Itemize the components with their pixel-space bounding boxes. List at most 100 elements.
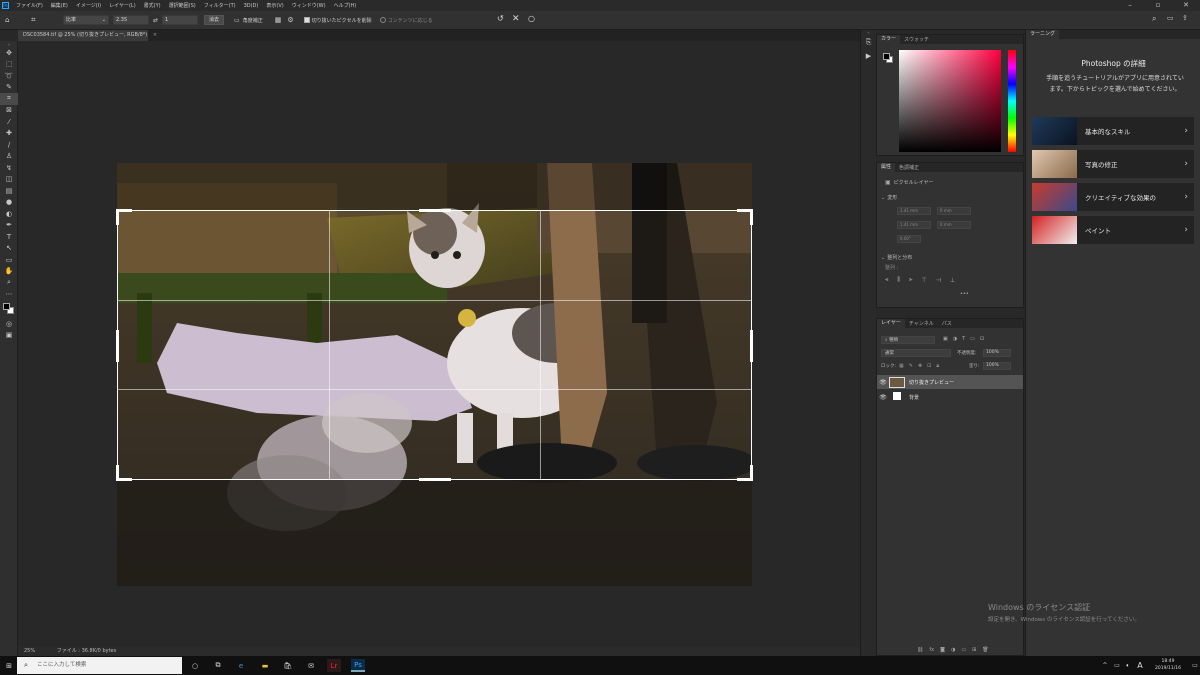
menu-image[interactable]: イメージ(I): [72, 2, 105, 9]
layer-filter-select[interactable]: ⌕ 種類: [881, 336, 935, 344]
learn-card-basic-skills[interactable]: 基本的なスキル ›: [1032, 117, 1194, 145]
opacity-input[interactable]: 100%: [983, 349, 1011, 357]
filter-adjust-icon[interactable]: ◑: [953, 336, 957, 342]
eyedropper-tool-icon[interactable]: ⁄: [0, 116, 18, 128]
filter-shape-icon[interactable]: ▭: [970, 336, 975, 342]
zoom-level[interactable]: 25%: [24, 648, 35, 654]
height-field[interactable]: 1.41 mm: [897, 221, 931, 229]
filter-type-icon[interactable]: T: [962, 336, 965, 342]
file-info[interactable]: ファイル : 36.8K/0 bytes: [57, 648, 117, 654]
commit-icon[interactable]: ○: [528, 14, 535, 23]
tab-color[interactable]: カラー: [877, 35, 901, 44]
more-tools-icon[interactable]: ⋯: [0, 289, 18, 301]
ime-indicator[interactable]: A: [1133, 659, 1147, 672]
quick-mask-icon[interactable]: ◎: [0, 318, 18, 330]
zoom-tool-icon[interactable]: ⌕: [0, 277, 18, 289]
mail-icon[interactable]: ✉: [304, 659, 318, 672]
lock-artboard-icon[interactable]: ⊡: [927, 363, 931, 369]
crop-box[interactable]: [116, 209, 753, 481]
reset-icon[interactable]: ↺: [497, 14, 504, 23]
crop-handle-right[interactable]: [750, 330, 753, 362]
path-select-tool-icon[interactable]: ↖: [0, 243, 18, 255]
delete-pixels-checkbox[interactable]: [303, 17, 310, 23]
cortana-icon[interactable]: ○: [188, 659, 202, 672]
menu-file[interactable]: ファイル(F): [12, 2, 47, 9]
straighten-icon[interactable]: ▭: [234, 17, 240, 24]
align-right-icon[interactable]: ⫸: [909, 276, 912, 284]
content-aware-checkbox[interactable]: [379, 17, 386, 23]
align-top-icon[interactable]: ⊤: [922, 277, 927, 284]
height-input[interactable]: 1: [162, 15, 199, 25]
angle-field[interactable]: 0.00°: [897, 235, 921, 243]
crop-handle-left[interactable]: [116, 330, 119, 362]
windows-start-icon[interactable]: ⊞: [2, 659, 16, 672]
frame-tool-icon[interactable]: ⊠: [0, 105, 18, 117]
chevron-down-icon[interactable]: ⌄: [881, 195, 885, 201]
explorer-icon[interactable]: ▬: [258, 659, 272, 672]
x-field[interactable]: 0 mm: [937, 207, 971, 215]
blur-tool-icon[interactable]: ●: [0, 197, 18, 209]
align-center-icon[interactable]: ⫼: [897, 276, 900, 284]
align-middle-icon[interactable]: ⊣: [936, 277, 941, 284]
menu-filter[interactable]: フィルター(T): [200, 2, 240, 9]
layer-row[interactable]: 👁︎ 切り抜きプレビュー: [877, 375, 1023, 389]
width-field[interactable]: 1.41 mm: [897, 207, 931, 215]
crop-tool-button-icon[interactable]: ⌗: [0, 93, 18, 105]
menu-edit[interactable]: 編集(E): [47, 2, 72, 9]
screen-mode-icon[interactable]: ▣: [0, 330, 18, 342]
lock-move-icon[interactable]: ✥: [918, 363, 922, 369]
marquee-tool-icon[interactable]: ⬚: [0, 59, 18, 71]
taskbar-clock[interactable]: 18:49 2019/11/16: [1148, 658, 1188, 672]
menu-layer[interactable]: レイヤー(L): [105, 2, 140, 9]
eye-icon[interactable]: 👁︎: [877, 394, 889, 401]
filter-smart-icon[interactable]: ⊡: [980, 336, 984, 342]
mask-icon[interactable]: ◙: [940, 647, 945, 653]
learn-card-photo-fix[interactable]: 写真の修正 ›: [1032, 150, 1194, 178]
more-options-icon[interactable]: •••: [960, 291, 969, 297]
lock-transparent-icon[interactable]: ▦: [899, 363, 904, 369]
task-view-icon[interactable]: ⧉: [211, 659, 225, 672]
tab-swatches[interactable]: スウォッチ: [900, 36, 933, 43]
align-left-icon[interactable]: ⫷: [885, 276, 888, 284]
trash-icon[interactable]: 🗑︎: [982, 647, 988, 653]
rectangle-tool-icon[interactable]: ▭: [0, 254, 18, 266]
history-panel-icon[interactable]: ⎘: [861, 38, 876, 52]
menu-type[interactable]: 書式(Y): [140, 2, 165, 9]
crop-handle-bottom-left[interactable]: [116, 465, 119, 481]
fx-icon[interactable]: fx: [929, 647, 934, 653]
color-swatches-icon[interactable]: [0, 300, 18, 318]
fg-bg-swatch-icon[interactable]: [883, 53, 893, 63]
adjustment-layer-icon[interactable]: ◑: [951, 647, 955, 653]
healing-brush-tool-icon[interactable]: ✚: [0, 128, 18, 140]
pen-tool-icon[interactable]: ✒: [0, 220, 18, 232]
strip-collapse-icon[interactable]: «: [861, 30, 876, 38]
tab-paths[interactable]: パス: [938, 320, 956, 327]
blend-mode-select[interactable]: 通常: [881, 349, 951, 357]
lock-paint-icon[interactable]: ✎: [909, 363, 913, 369]
folder-icon[interactable]: ▭: [961, 647, 966, 653]
workspace-icon[interactable]: ▭: [1167, 14, 1174, 22]
tab-channels[interactable]: チャンネル: [905, 320, 938, 327]
fill-input[interactable]: 100%: [983, 362, 1011, 370]
tab-learn[interactable]: ラーニング: [1026, 30, 1060, 39]
edge-icon[interactable]: e: [234, 659, 248, 672]
layer-name[interactable]: 切り抜きプレビュー: [909, 379, 954, 386]
tab-properties[interactable]: 属性: [877, 163, 896, 172]
cancel-icon[interactable]: ✕: [512, 14, 520, 24]
close-tab-icon[interactable]: ×: [153, 32, 157, 38]
overlay-grid-icon[interactable]: ▦: [275, 16, 282, 24]
taskbar-search[interactable]: ⌕ ここに入力して検索: [17, 657, 182, 674]
brush-tool-icon[interactable]: ∕: [0, 139, 18, 151]
color-field[interactable]: [899, 50, 1001, 152]
share-icon[interactable]: ⇪: [1182, 14, 1188, 22]
layer-name[interactable]: 背景: [909, 394, 919, 401]
menu-view[interactable]: 表示(V): [262, 2, 287, 9]
learn-card-creative-effects[interactable]: クリエイティブな効果の ›: [1032, 183, 1194, 211]
learn-card-paint[interactable]: ペイント ›: [1032, 216, 1194, 244]
actions-panel-icon[interactable]: ▶: [861, 52, 876, 66]
type-tool-icon[interactable]: T: [0, 231, 18, 243]
minimize-icon[interactable]: –: [1116, 0, 1144, 11]
filter-pixel-icon[interactable]: ▣: [943, 336, 948, 342]
link-icon[interactable]: ⛓︎: [917, 647, 923, 653]
lock-all-icon[interactable]: 🔒︎: [936, 363, 939, 369]
